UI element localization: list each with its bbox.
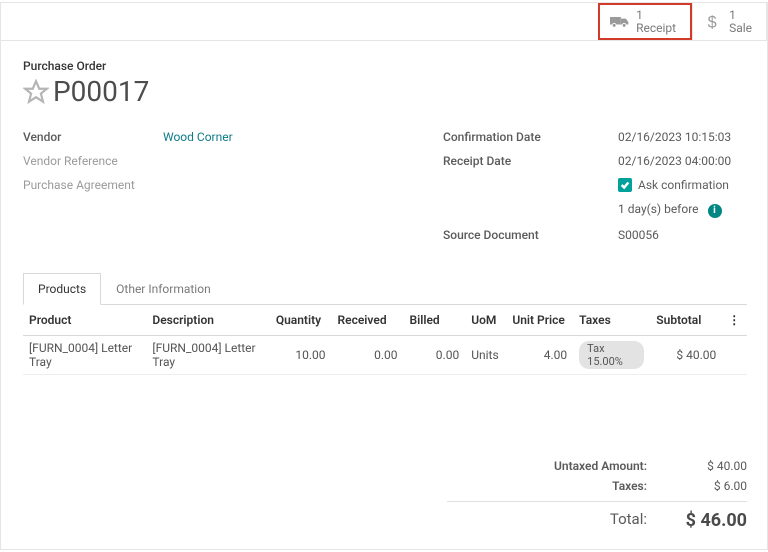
tax-badge: Tax 15.00% [579,341,644,369]
sale-label: Sale [729,22,752,35]
taxes-total-label: Taxes: [467,479,667,493]
col-description: Description [146,305,269,336]
receipt-stat-text: 1 Receipt [636,9,676,34]
col-taxes: Taxes [573,305,650,336]
confirmation-date-value: 02/16/2023 10:15:03 [618,130,731,144]
col-quantity: Quantity [270,305,332,336]
po-title-row: P00017 [23,75,747,108]
svg-text:$: $ [708,13,717,31]
info-icon[interactable]: i [708,204,722,218]
confirmation-date-label: Confirmation Date [443,130,618,144]
vendor-label: Vendor [23,130,163,144]
grand-total-value: $ 46.00 [667,510,747,531]
sale-stat-text: 1 Sale [729,9,752,34]
vendor-link[interactable]: Wood Corner [163,130,233,144]
source-document-value: S00056 [618,228,659,242]
po-number: P00017 [53,75,149,108]
vendor-reference-label: Vendor Reference [23,154,163,168]
untaxed-amount-value: $ 40.00 [667,459,747,473]
col-options-button[interactable]: ⋮ [722,305,747,336]
receipt-date-value: 02/16/2023 04:00:00 [618,154,731,168]
col-product: Product [23,305,146,336]
source-document-label: Source Document [443,228,618,242]
order-lines-table: Product Description Quantity Received Bi… [23,305,747,375]
col-billed: Billed [404,305,466,336]
cell-billed: 0.00 [404,335,466,374]
page-subtitle: Purchase Order [23,59,747,73]
col-subtotal: Subtotal [650,305,722,336]
cell-subtotal: $ 40.00 [650,335,722,374]
purchase-agreement-label: Purchase Agreement [23,178,163,192]
col-received: Received [332,305,404,336]
col-unit-price: Unit Price [506,305,573,336]
receipt-count: 1 [636,9,676,22]
days-before-count: 1 [618,202,625,216]
grand-total-label: Total: [467,510,667,531]
favorite-star-button[interactable] [23,79,49,105]
truck-icon [610,14,630,30]
cell-quantity: 10.00 [270,335,332,374]
taxes-total-value: $ 6.00 [667,479,747,493]
table-row[interactable]: [FURN_0004] Letter Tray [FURN_0004] Lett… [23,335,747,374]
receipt-label: Receipt [636,22,676,35]
ask-confirmation-label: Ask confirmation [638,178,729,192]
cell-product: [FURN_0004] Letter Tray [23,335,146,374]
sale-stat-button[interactable]: $ 1 Sale [692,3,767,40]
days-before-text: day(s) before [628,202,699,216]
cell-uom: Units [465,335,506,374]
cell-description: [FURN_0004] Letter Tray [146,335,269,374]
sale-count: 1 [729,9,752,22]
dollar-icon: $ [703,14,723,30]
col-uom: UoM [465,305,506,336]
ask-confirmation-checkbox[interactable] [618,178,632,192]
cell-received: 0.00 [332,335,404,374]
tab-products[interactable]: Products [23,273,101,305]
cell-unit-price: 4.00 [506,335,573,374]
tabs: Products Other Information [23,272,747,305]
untaxed-amount-label: Untaxed Amount: [467,459,667,473]
stat-bar: 1 Receipt $ 1 Sale [1,3,767,41]
tab-other-information[interactable]: Other Information [101,273,226,305]
receipt-stat-button[interactable]: 1 Receipt [598,3,692,40]
receipt-date-label: Receipt Date [443,154,618,168]
